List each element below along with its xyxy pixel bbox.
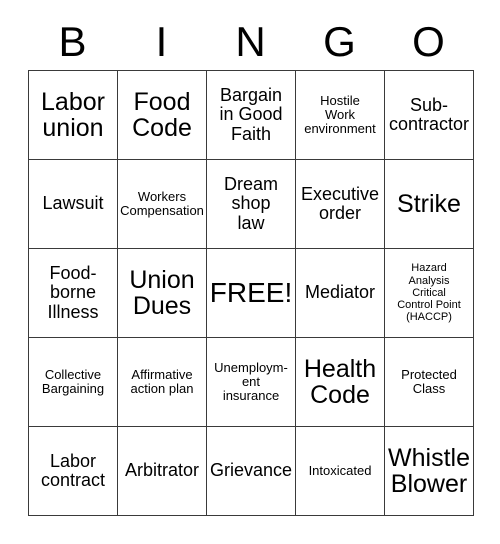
bingo-cell-label: Strike (397, 189, 461, 218)
bingo-cell-label: Arbitrator (124, 460, 200, 481)
bingo-header-letter-g: G (323, 18, 356, 65)
bingo-cell-n5[interactable]: Grievance (207, 427, 296, 516)
bingo-cell-label: Labor union (41, 87, 105, 142)
bingo-cell-label: Lawsuit (42, 193, 104, 214)
bingo-cell-i5[interactable]: Arbitrator (118, 427, 207, 516)
bingo-cell-n2[interactable]: Dream shop law (207, 160, 296, 249)
bingo-cell-label: Protected Class (401, 367, 457, 396)
bingo-cell-label: Health Code (303, 354, 377, 409)
bingo-cell-label: Bargain in Good Faith (219, 85, 283, 144)
bingo-cell-o1[interactable]: Sub- contractor (385, 71, 474, 160)
bingo-cell-n4[interactable]: Unemploym- ent insurance (207, 338, 296, 427)
bingo-cell-label: Whistle Blower (388, 443, 470, 498)
bingo-cell-free-space[interactable]: FREE! (207, 249, 296, 338)
bingo-cell-label: Mediator (304, 282, 376, 303)
bingo-free-space-label: FREE! (209, 277, 293, 309)
bingo-cell-i2[interactable]: Workers Compensation (118, 160, 207, 249)
bingo-cell-label: Hazard Analysis Critical Control Point (… (397, 262, 461, 324)
bingo-header-letter-i: I (155, 18, 168, 65)
bingo-cell-g2[interactable]: Executive order (296, 160, 385, 249)
bingo-cell-label: Food- borne Illness (47, 263, 99, 322)
bingo-cell-label: Hostile Work environment (304, 93, 376, 136)
bingo-cell-label: Sub- contractor (388, 94, 470, 134)
bingo-header-letter-b: B (58, 18, 87, 65)
bingo-cell-o4[interactable]: Protected Class (385, 338, 474, 427)
bingo-cell-label: Labor contract (40, 450, 106, 490)
bingo-cell-label: Collective Bargaining (41, 367, 105, 396)
bingo-cell-b1[interactable]: Labor union (29, 71, 118, 160)
bingo-cell-label: Grievance (209, 460, 293, 481)
bingo-header-letter-o: O (412, 18, 445, 65)
bingo-cell-label: Intoxicated (308, 463, 372, 479)
bingo-cell-label: Dream shop law (223, 174, 278, 233)
bingo-cell-label: Workers Compensation (120, 189, 204, 218)
bingo-cell-b5[interactable]: Labor contract (29, 427, 118, 516)
bingo-cell-g4[interactable]: Health Code (296, 338, 385, 427)
bingo-card: B I N G O Labor union Food Code Bargain … (0, 0, 500, 544)
bingo-cell-o2[interactable]: Strike (385, 160, 474, 249)
bingo-cell-label: Unemploym- ent insurance (214, 360, 288, 403)
bingo-cell-b4[interactable]: Collective Bargaining (29, 338, 118, 427)
bingo-cell-label: Executive order (300, 183, 380, 223)
bingo-cell-b3[interactable]: Food- borne Illness (29, 249, 118, 338)
bingo-cell-g1[interactable]: Hostile Work environment (296, 71, 385, 160)
bingo-header-row: B I N G O (28, 14, 473, 70)
bingo-cell-g3[interactable]: Mediator (296, 249, 385, 338)
bingo-cell-b2[interactable]: Lawsuit (29, 160, 118, 249)
bingo-cell-i3[interactable]: Union Dues (118, 249, 207, 338)
bingo-cell-label: Food Code (132, 87, 192, 142)
bingo-cell-label: Union Dues (129, 265, 195, 320)
bingo-cell-label: Affirmative action plan (130, 367, 194, 396)
bingo-cell-n1[interactable]: Bargain in Good Faith (207, 71, 296, 160)
bingo-header-letter-n: N (235, 18, 266, 65)
bingo-cell-i1[interactable]: Food Code (118, 71, 207, 160)
bingo-cell-i4[interactable]: Affirmative action plan (118, 338, 207, 427)
bingo-cell-o3[interactable]: Hazard Analysis Critical Control Point (… (385, 249, 474, 338)
bingo-grid: Labor union Food Code Bargain in Good Fa… (28, 70, 474, 516)
bingo-cell-o5[interactable]: Whistle Blower (385, 427, 474, 516)
bingo-cell-g5[interactable]: Intoxicated (296, 427, 385, 516)
